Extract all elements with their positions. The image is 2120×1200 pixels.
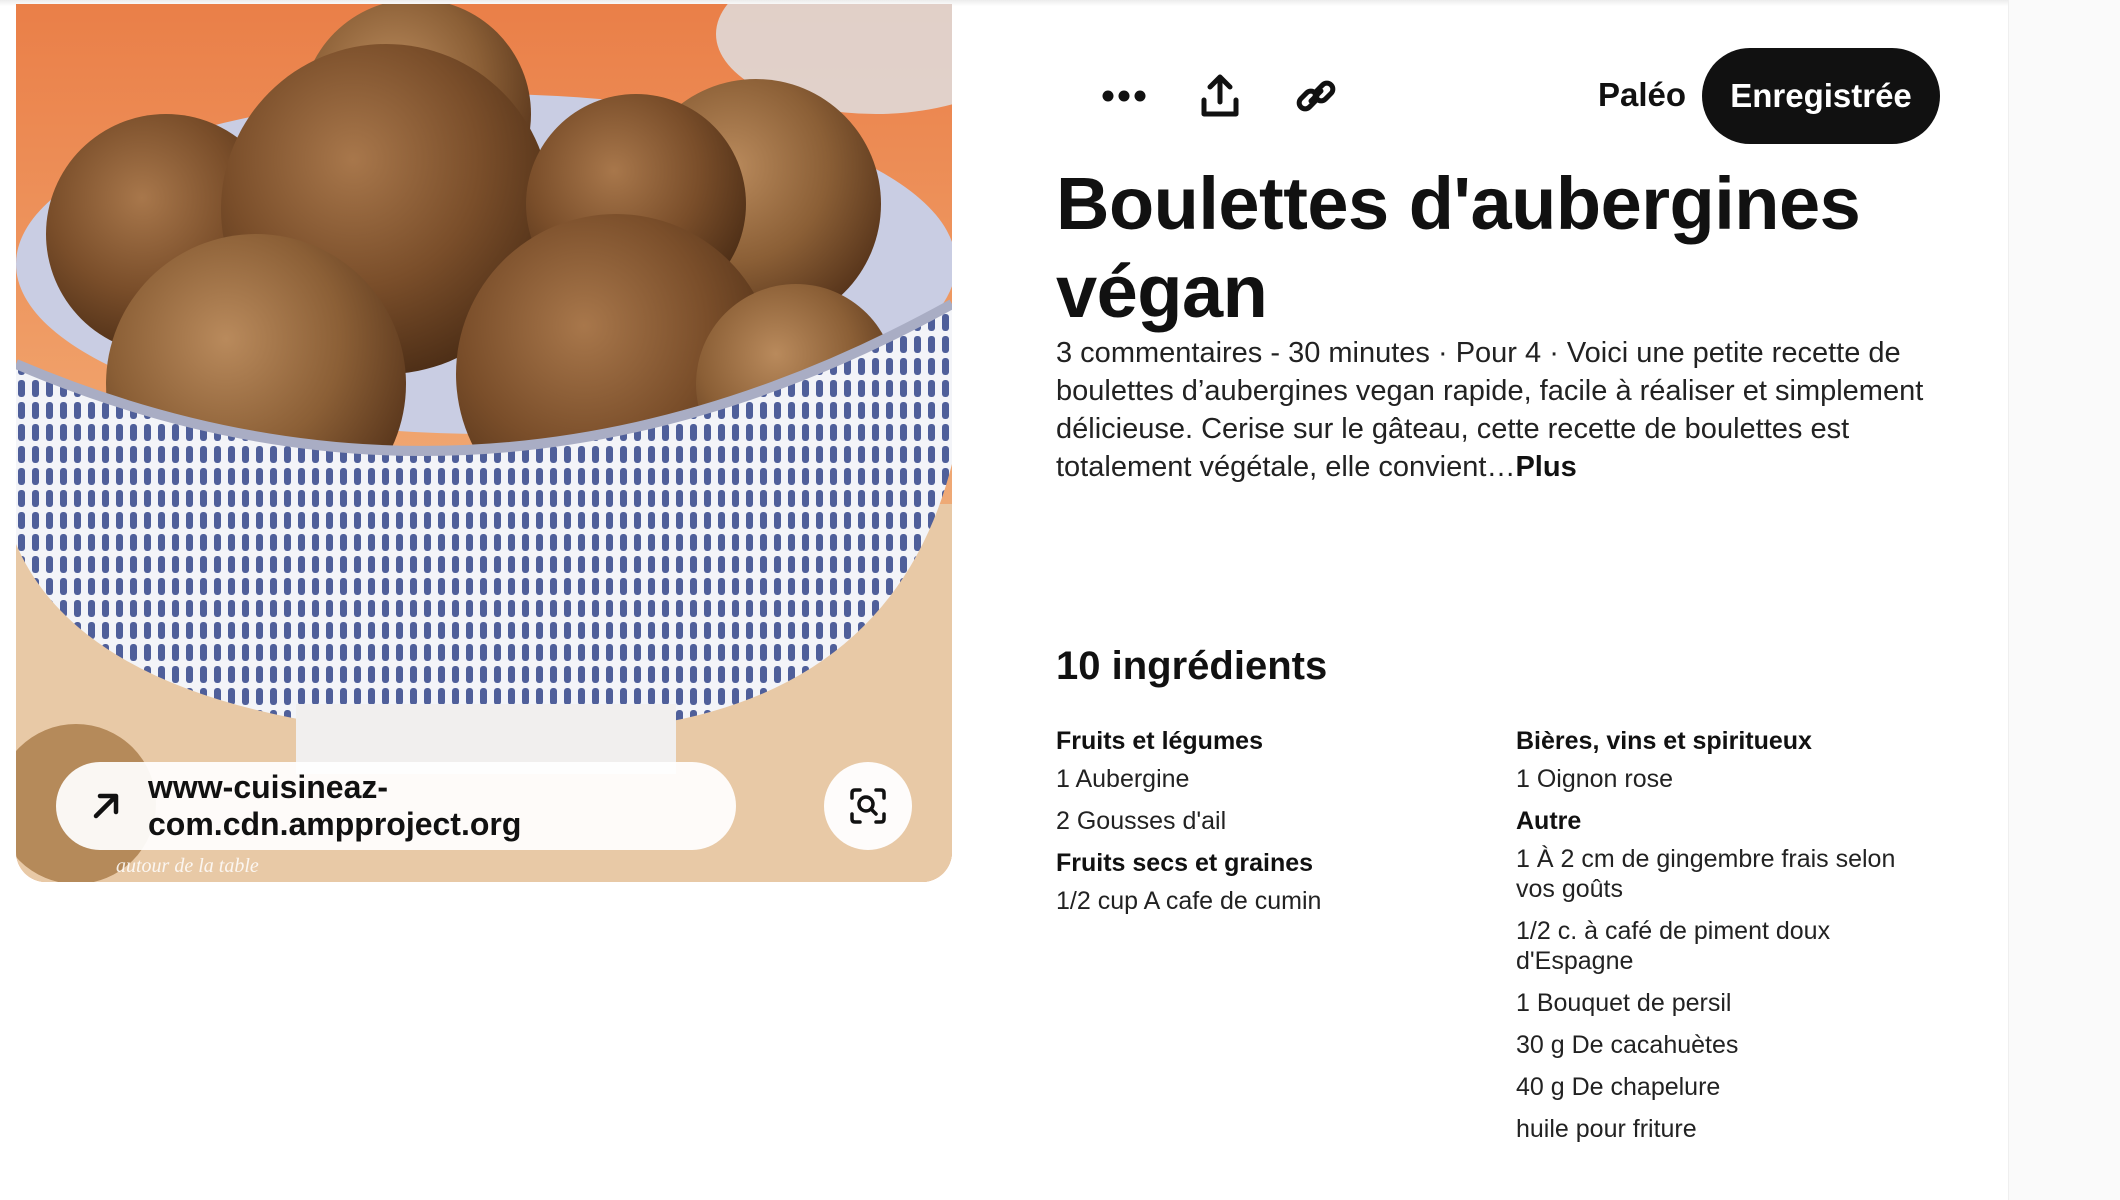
share-button[interactable]	[1180, 56, 1260, 136]
link-chain-icon	[1296, 80, 1336, 112]
watermark-text: autour de la table	[116, 855, 259, 877]
recipe-title: Boulettes d'aubergines végan	[1056, 162, 1861, 333]
ingredient-item: 2 Gousses d'ail	[1056, 807, 1227, 835]
ingredient-item: 1 À 2 cm de gingembre frais selon vos go…	[1516, 845, 1896, 903]
ingredient-item: 1/2 cup A cafe de cumin	[1056, 887, 1322, 915]
more-link[interactable]: Plus	[1515, 451, 1576, 483]
source-domain: www-cuisineaz-com.cdn.ampproject.org	[148, 769, 522, 842]
ingredient-group-title: Bières, vins et spiritueux	[1516, 727, 1812, 755]
share-upload-icon	[1201, 74, 1239, 117]
more-options-button[interactable]	[1084, 56, 1164, 136]
meatballs-photo: autour de la table	[16, 4, 952, 882]
ingredients-column-left: Fruits et légumes 1 Aubergine 2 Gousses …	[1056, 722, 1476, 924]
recipe-description: 3 commentaires - 30 minutes · Pour 4 · V…	[1056, 334, 1956, 486]
visual-search-icon	[850, 788, 886, 824]
source-link-pill[interactable]: www-cuisineaz-com.cdn.ampproject.org	[56, 762, 736, 850]
pin-card: autour de la table www-cuisineaz-com.cdn…	[0, 0, 2008, 1200]
board-selector[interactable]: Paléo	[1598, 76, 1686, 114]
page-gutter	[2008, 0, 2120, 1200]
ingredient-item: 1 Aubergine	[1056, 765, 1190, 793]
ingredients-heading: 10 ingrédients	[1056, 644, 1328, 688]
ingredients-column-right: Bières, vins et spiritueux 1 Oignon rose…	[1516, 722, 1936, 1152]
pin-image[interactable]: autour de la table www-cuisineaz-com.cdn…	[16, 4, 952, 882]
pin-detail-page: autour de la table www-cuisineaz-com.cdn…	[0, 0, 2120, 1200]
save-button[interactable]: Enregistrée	[1702, 48, 1940, 144]
ingredient-item: 40 g De chapelure	[1516, 1073, 1721, 1101]
ellipsis-icon	[1102, 90, 1146, 102]
visual-search-button[interactable]	[824, 762, 912, 850]
ingredient-item: 1 Oignon rose	[1516, 765, 1674, 793]
description-text: 3 commentaires - 30 minutes · Pour 4 · V…	[1056, 337, 1924, 483]
arrow-up-right-icon	[93, 793, 119, 819]
ingredient-item: 1 Bouquet de persil	[1516, 989, 1732, 1017]
ingredient-group-title: Fruits et légumes	[1056, 727, 1263, 755]
copy-link-button[interactable]	[1276, 56, 1356, 136]
ingredient-item: 1/2 c. à café de piment doux d'Espagne	[1516, 917, 1831, 975]
ingredient-group-title: Fruits secs et graines	[1056, 849, 1314, 877]
pin-toolbar: Paléo Enregistrée	[1056, 48, 1940, 144]
ingredient-group-title: Autre	[1516, 807, 1582, 835]
ingredient-item: huile pour friture	[1516, 1115, 1697, 1143]
ingredient-item: 30 g De cacahuètes	[1516, 1031, 1739, 1059]
